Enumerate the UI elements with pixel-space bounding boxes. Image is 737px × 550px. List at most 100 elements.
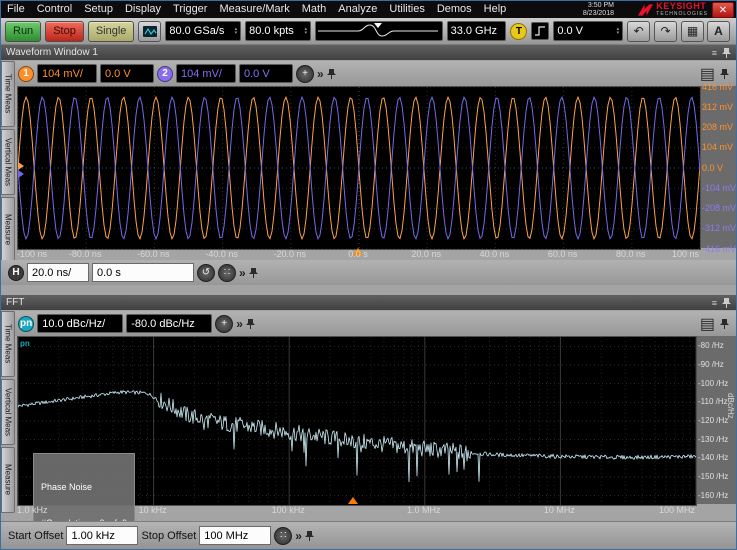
pin-icon[interactable]: [246, 318, 255, 330]
phase-noise-badge[interactable]: pn: [18, 316, 34, 332]
add-channel-button[interactable]: +: [296, 65, 314, 83]
waveform-y-label: 104 mV: [702, 142, 733, 152]
waveform-display[interactable]: [17, 86, 701, 250]
display-settings-button[interactable]: [138, 21, 161, 42]
memory-depth-field[interactable]: 80.0 kpts ▴▾: [245, 21, 311, 41]
fft-y-label: -110 /Hz: [698, 397, 728, 406]
stop-button[interactable]: Stop: [45, 21, 84, 42]
undo-button[interactable]: ↶: [627, 21, 650, 42]
more-options-button[interactable]: ∷: [218, 264, 236, 282]
pin-icon[interactable]: [720, 68, 729, 80]
close-button[interactable]: ✕: [712, 2, 734, 18]
keysight-spark-icon: [638, 4, 653, 16]
trigger-level-field[interactable]: 0.0 V ▴▾: [553, 21, 623, 41]
grid-layout-button[interactable]: ▦: [681, 21, 704, 42]
trigger-badge[interactable]: T: [510, 23, 527, 40]
waveform-x-label: 40.0 ns: [470, 249, 518, 259]
waveform-y-label: 0.0 V: [702, 163, 723, 173]
side-tab-vertical-meas[interactable]: Vertical Meas: [1, 379, 15, 445]
fft-reference-marker[interactable]: pn: [20, 339, 30, 348]
pin-icon[interactable]: [720, 318, 729, 330]
timebase-scale-field[interactable]: 20.0 ns/: [27, 263, 89, 282]
pin-icon[interactable]: [722, 297, 731, 309]
reset-icon: ↺: [202, 267, 210, 278]
channel-2-offset-field[interactable]: 0.0 V: [239, 64, 293, 83]
menu-utilities[interactable]: Utilities: [383, 1, 430, 18]
waveform-x-label: 80.0 ns: [607, 249, 655, 259]
fft-frequency-marker[interactable]: [348, 497, 358, 504]
timebase-position-field[interactable]: 0.0 s: [92, 263, 194, 282]
brand-text: KEYSIGHT TECHNOLOGIES: [656, 2, 708, 17]
expand-icon[interactable]: »: [239, 266, 246, 280]
trigger-position-widget[interactable]: [315, 21, 443, 41]
menu-control[interactable]: Control: [31, 1, 78, 18]
autoscale-button[interactable]: A: [707, 21, 730, 42]
fft-offset-field[interactable]: -80.0 dBc/Hz: [126, 314, 212, 333]
fft-scale-field[interactable]: 10.0 dBc/Hz/: [37, 314, 123, 333]
trigger-edge-icon[interactable]: [531, 22, 549, 40]
channel2-ground-marker[interactable]: [18, 170, 24, 178]
menu-icon[interactable]: ≡: [712, 48, 717, 58]
fft-y-label: -80 /Hz: [698, 341, 724, 350]
menu-setup[interactable]: Setup: [78, 1, 119, 18]
expand-icon[interactable]: »: [295, 529, 302, 543]
spinner-icon[interactable]: ▴▾: [304, 27, 307, 35]
spinner-icon[interactable]: ▴▾: [235, 27, 238, 35]
side-tab-measure[interactable]: Measure: [1, 197, 15, 263]
menu-display[interactable]: Display: [119, 1, 167, 18]
menu-math[interactable]: Math: [296, 1, 332, 18]
fft-window-header[interactable]: FFT ≡: [1, 295, 736, 310]
bandwidth-field[interactable]: 33.0 GHz: [447, 21, 507, 41]
menu-measure-mark[interactable]: Measure/Mark: [213, 1, 295, 18]
expand-icon[interactable]: »: [317, 67, 324, 81]
spinner-icon[interactable]: ▴▾: [617, 27, 620, 35]
add-channel-button[interactable]: +: [215, 315, 233, 333]
side-tab-vertical-meas[interactable]: Vertical Meas: [1, 129, 15, 195]
pin-icon[interactable]: [249, 267, 258, 279]
redo-button[interactable]: ↷: [654, 21, 677, 42]
single-button[interactable]: Single: [88, 21, 135, 42]
menu-trigger[interactable]: Trigger: [167, 1, 213, 18]
side-tab-time-meas[interactable]: Time Meas: [1, 311, 15, 377]
autoscale-icon: A: [714, 24, 723, 38]
sample-rate-value: 80.0 GSa/s: [169, 25, 224, 37]
channel-1-offset-field[interactable]: 0.0 V: [100, 64, 154, 83]
waveform-y-label: -416 mV: [702, 244, 736, 254]
start-offset-field[interactable]: 1.00 kHz: [66, 526, 138, 545]
dots-icon: ∷: [280, 530, 286, 541]
brand-sub: TECHNOLOGIES: [656, 11, 708, 17]
window-icon[interactable]: ▤: [700, 314, 715, 334]
channel-2-trace[interactable]: [18, 97, 700, 239]
window-icon[interactable]: ▤: [700, 64, 715, 84]
menu-help[interactable]: Help: [478, 1, 513, 18]
stop-offset-field[interactable]: 100 MHz: [199, 526, 271, 545]
sample-rate-field[interactable]: 80.0 GSa/s ▴▾: [165, 21, 241, 41]
reset-position-button[interactable]: ↺: [197, 264, 215, 282]
menu-bar: FileControlSetupDisplayTriggerMeasure/Ma…: [1, 1, 736, 18]
expand-icon[interactable]: »: [236, 317, 243, 331]
channel-groups: 1104 mV/0.0 V2104 mV/0.0 V: [18, 64, 293, 83]
redo-icon: ↷: [661, 24, 671, 38]
waveform-window-header[interactable]: Waveform Window 1 ≡: [1, 45, 736, 60]
channel1-ground-marker[interactable]: [18, 162, 24, 170]
pin-icon[interactable]: [327, 68, 336, 80]
channel-2-badge[interactable]: 2: [157, 66, 173, 82]
header-icons: ≡: [712, 47, 731, 59]
menu-file[interactable]: File: [1, 1, 31, 18]
channel-1-scale-field[interactable]: 104 mV/: [37, 64, 97, 83]
trigger-waveform-icon: [316, 22, 440, 38]
pin-icon[interactable]: [722, 47, 731, 59]
side-tab-measure[interactable]: Measure: [1, 447, 15, 513]
channel-1-badge[interactable]: 1: [18, 66, 34, 82]
offset-bar: Start Offset 1.00 kHz Stop Offset 100 MH…: [1, 521, 736, 549]
run-button[interactable]: Run: [5, 21, 41, 42]
menu-analyze[interactable]: Analyze: [332, 1, 383, 18]
menu-items: FileControlSetupDisplayTriggerMeasure/Ma…: [1, 1, 512, 18]
more-options-button[interactable]: ∷: [274, 527, 292, 545]
channel-2-scale-field[interactable]: 104 mV/: [176, 64, 236, 83]
horizontal-badge[interactable]: H: [8, 265, 24, 281]
pin-icon[interactable]: [305, 530, 314, 542]
menu-icon[interactable]: ≡: [712, 298, 717, 308]
side-tab-time-meas[interactable]: Time Meas: [1, 61, 15, 127]
menu-demos[interactable]: Demos: [431, 1, 478, 18]
